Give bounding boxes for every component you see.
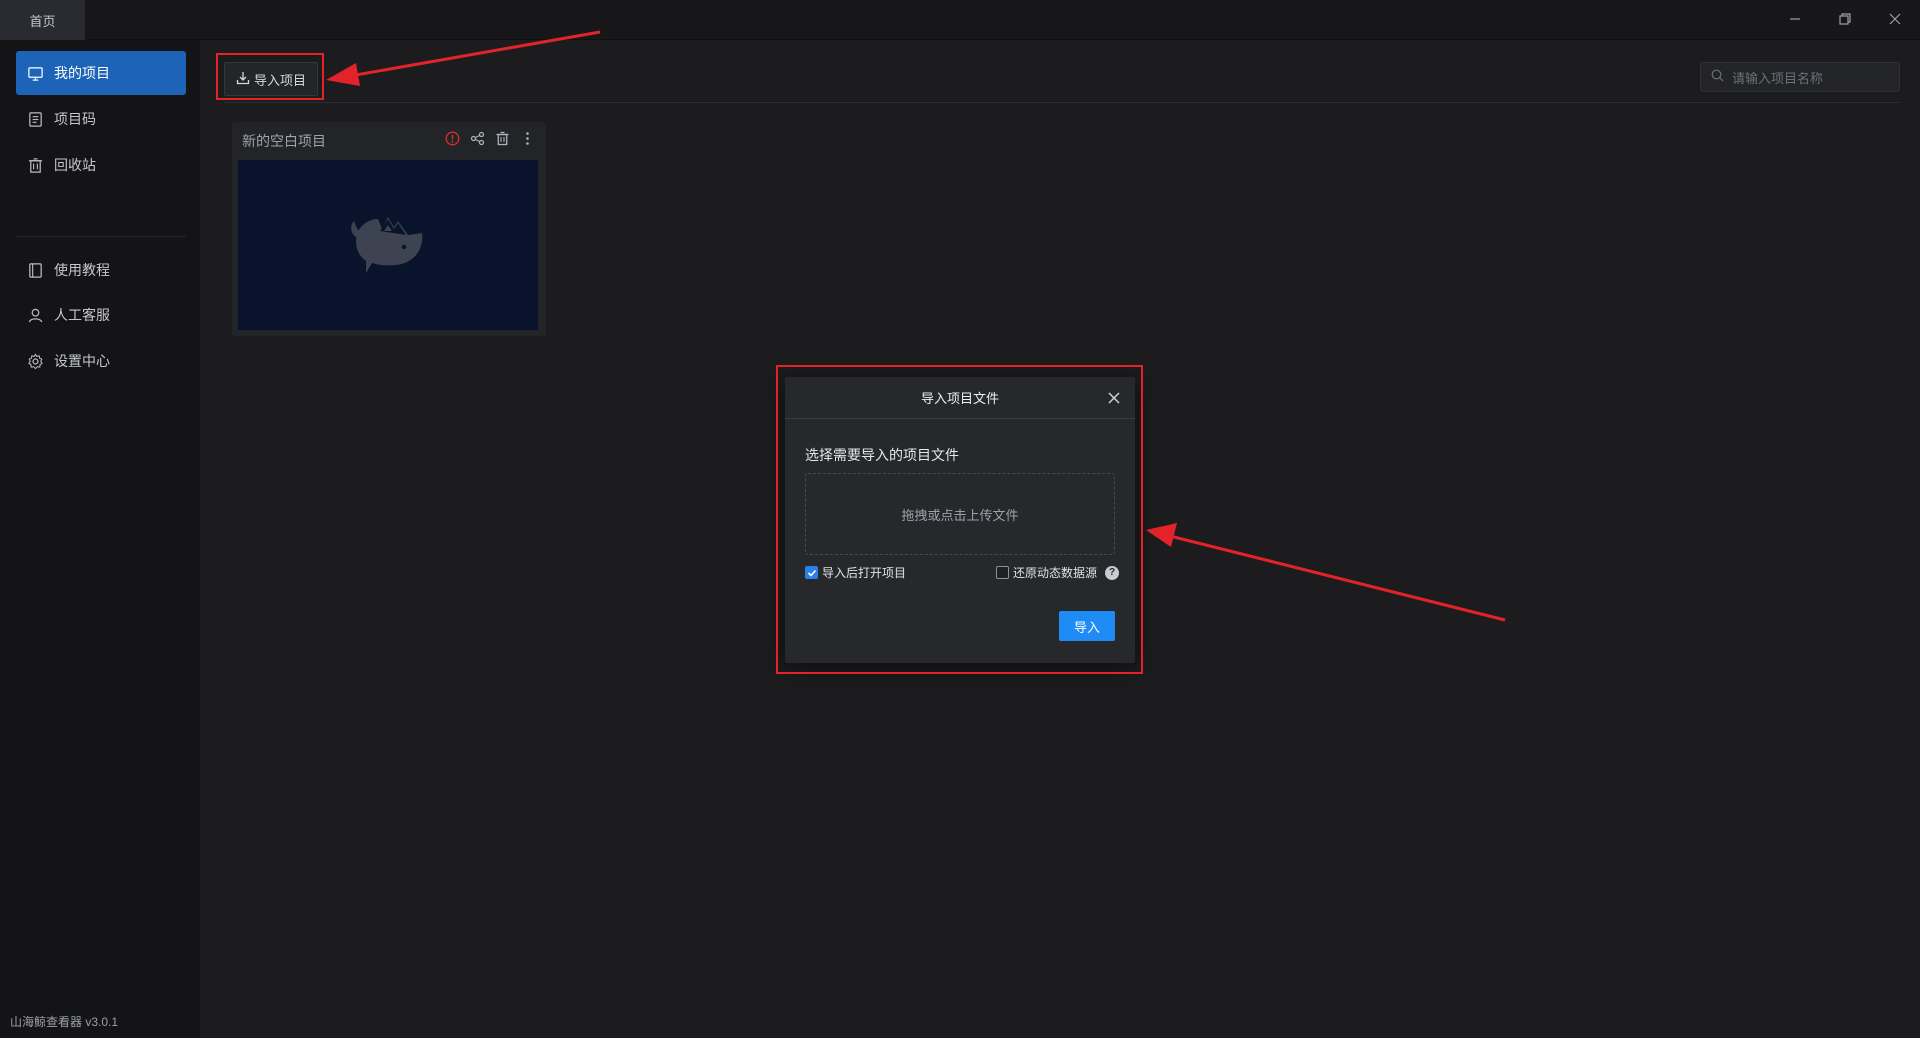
document-icon [26, 110, 44, 128]
close-icon[interactable] [1884, 8, 1906, 30]
whale-logo-icon [348, 207, 428, 284]
trash-icon [26, 156, 44, 174]
sidebar-item-recycle-bin[interactable]: 回收站 [16, 143, 186, 187]
sidebar-item-label: 设置中心 [54, 353, 110, 369]
sidebar-item-label: 我的项目 [54, 65, 110, 81]
sidebar-item-label: 回收站 [54, 157, 96, 173]
title-bar: 首页 [0, 0, 1920, 40]
user-icon [26, 306, 44, 324]
tab-home[interactable]: 首页 [0, 0, 85, 40]
project-card-title: 新的空白项目 [242, 133, 326, 149]
restore-icon[interactable] [1834, 8, 1856, 30]
annotation-box-dialog [776, 365, 1143, 674]
sidebar-item-label: 项目码 [54, 111, 96, 127]
annotation-box-import-button [216, 53, 324, 100]
sidebar-item-settings[interactable]: 设置中心 [16, 339, 186, 383]
delete-icon[interactable] [494, 130, 511, 147]
minimize-icon[interactable] [1784, 8, 1806, 30]
version-label: 山海鲸查看器 v3.0.1 [10, 1015, 119, 1029]
search-placeholder: 请输入项目名称 [1732, 70, 1824, 86]
search-icon [1711, 69, 1724, 85]
sidebar-item-project-code[interactable]: 项目码 [16, 97, 186, 141]
sidebar-item-label: 人工客服 [54, 307, 110, 323]
toolbar-divider [224, 102, 1900, 103]
more-icon[interactable] [519, 130, 536, 147]
search-input[interactable]: 请输入项目名称 [1700, 62, 1900, 92]
sidebar-item-tutorial[interactable]: 使用教程 [16, 248, 186, 292]
project-card-actions [444, 130, 536, 147]
project-thumbnail[interactable] [238, 160, 538, 330]
gear-icon [26, 352, 44, 370]
sidebar: 我的项目 项目码 回收站 使用教程 人工客服 设置中心 山海鲸查看器 v3.0.… [0, 40, 200, 1038]
sidebar-item-support[interactable]: 人工客服 [16, 293, 186, 337]
sidebar-item-label: 使用教程 [54, 262, 110, 278]
share-icon[interactable] [469, 130, 486, 147]
project-icon [26, 64, 44, 82]
sidebar-divider [16, 236, 186, 237]
project-card[interactable]: 新的空白项目 [232, 122, 546, 336]
sidebar-item-my-projects[interactable]: 我的项目 [16, 51, 186, 95]
warning-icon[interactable] [444, 130, 461, 147]
book-icon [26, 261, 44, 279]
